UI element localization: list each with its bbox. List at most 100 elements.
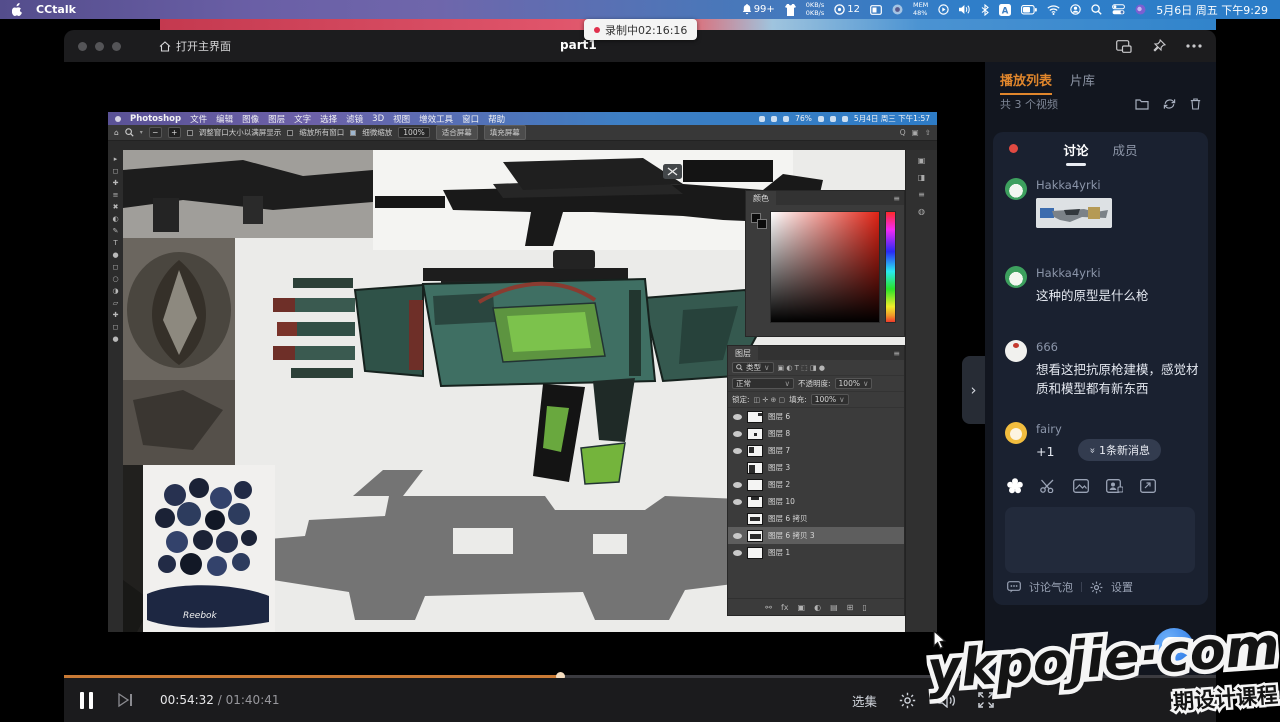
tab-members[interactable]: 成员: [1113, 140, 1138, 159]
episodes-button[interactable]: 选集: [852, 691, 877, 710]
eye-icon[interactable]: [733, 499, 742, 505]
layer-row[interactable]: 图层 6 拷贝: [728, 510, 904, 527]
message-image-attachment[interactable]: [1036, 198, 1112, 228]
battery-icon[interactable]: [1021, 5, 1037, 15]
share-box-icon[interactable]: [1140, 479, 1156, 493]
layer-row[interactable]: 图层 6: [728, 408, 904, 425]
new-message-pill[interactable]: » 1条新消息: [1078, 439, 1161, 461]
dock-icon[interactable]: ▣: [918, 156, 926, 165]
panel-menu-icon[interactable]: ≡: [893, 194, 900, 203]
tool-icon[interactable]: ●: [112, 335, 118, 343]
bubble-toggle[interactable]: 讨论气泡: [1029, 579, 1073, 595]
tool-icon[interactable]: ▱: [113, 299, 118, 307]
control-center-icon[interactable]: [1112, 4, 1125, 15]
pause-button[interactable]: [80, 692, 93, 709]
window-manager-icon[interactable]: [870, 5, 882, 15]
spotlight-search-icon[interactable]: [1091, 4, 1102, 15]
background-swatch[interactable]: [757, 219, 767, 229]
refresh-icon[interactable]: [1163, 98, 1176, 110]
avatar[interactable]: [1005, 340, 1027, 362]
layers-panel-tab[interactable]: 图层: [728, 346, 758, 360]
menubar-app-name[interactable]: CCtalk: [36, 3, 76, 16]
tool-icon[interactable]: ✖: [113, 203, 119, 211]
memory-monitor[interactable]: MEM48%: [913, 2, 928, 17]
open-main-ui-button[interactable]: 打开主界面: [159, 38, 231, 54]
tool-icon[interactable]: ≡: [113, 191, 119, 199]
eye-icon[interactable]: [733, 482, 742, 488]
tool-icon[interactable]: ◐: [112, 215, 118, 223]
layer-row-selected[interactable]: 图层 6 拷贝 3: [728, 527, 904, 544]
eye-icon[interactable]: [733, 448, 742, 454]
settings-gear-icon[interactable]: [899, 692, 916, 709]
app-shirt-icon[interactable]: [785, 4, 796, 16]
tool-icon[interactable]: ●: [112, 251, 118, 259]
pin-icon[interactable]: [1152, 39, 1166, 53]
fg-bg-swatches[interactable]: [751, 213, 767, 229]
tool-icon[interactable]: ▸: [114, 155, 118, 163]
input-source-icon[interactable]: A: [999, 4, 1011, 16]
traffic-light-zoom[interactable]: [112, 42, 121, 51]
tab-discussion[interactable]: 讨论: [1063, 140, 1088, 159]
opacity-select[interactable]: 100%∨: [835, 378, 873, 389]
member-card-icon[interactable]: [1106, 479, 1123, 493]
color-saturation-square[interactable]: [770, 211, 880, 323]
image-upload-icon[interactable]: [1073, 479, 1089, 493]
filter-kind-icons[interactable]: ▣ ◐ T ⬚ ◨ ●: [778, 364, 825, 372]
tool-icon[interactable]: ✚: [113, 311, 119, 319]
tool-icon[interactable]: ◻: [113, 167, 119, 175]
fill-select[interactable]: 100%∨: [811, 394, 849, 405]
tab-playlist[interactable]: 播放列表: [1000, 70, 1052, 95]
tool-icon[interactable]: ✎: [113, 227, 119, 235]
siri-icon[interactable]: [1135, 4, 1146, 15]
avatar[interactable]: [1005, 422, 1027, 444]
pip-icon[interactable]: [1116, 40, 1132, 53]
avatar[interactable]: [1005, 178, 1027, 200]
layer-row[interactable]: 图层 1: [728, 544, 904, 561]
layer-row[interactable]: 图层 7: [728, 442, 904, 459]
play-circle-icon[interactable]: [938, 4, 949, 15]
delete-layer-icon[interactable]: ▯: [862, 603, 866, 612]
trash-icon[interactable]: [1190, 98, 1201, 110]
lock-icons[interactable]: ◫ ✛ ⊕ ▢: [754, 396, 786, 404]
color-panel-tab[interactable]: 颜色: [746, 191, 776, 205]
apple-icon[interactable]: [12, 3, 23, 16]
tool-icon[interactable]: ✚: [113, 179, 119, 187]
folder-icon[interactable]: [1135, 98, 1149, 110]
more-menu-icon[interactable]: [1186, 44, 1202, 48]
link-layers-icon[interactable]: ⚯: [765, 603, 772, 612]
emoji-icon[interactable]: [1007, 478, 1023, 494]
layer-filter-select[interactable]: 类型∨: [732, 362, 774, 373]
network-speed[interactable]: 0KB/s0KB/s: [806, 2, 824, 17]
layer-style-icon[interactable]: fx: [781, 603, 789, 612]
cpu-monitor-icon[interactable]: 12: [834, 4, 860, 15]
next-episode-button[interactable]: [117, 692, 134, 708]
tool-icon[interactable]: ◻: [113, 323, 119, 331]
notification-bell-icon[interactable]: 99+: [742, 4, 775, 15]
tool-icon[interactable]: ◻: [113, 263, 119, 271]
creative-cloud-icon[interactable]: [892, 4, 903, 15]
eye-icon[interactable]: [733, 431, 742, 437]
layer-mask-icon[interactable]: ▣: [798, 603, 806, 612]
wifi-icon[interactable]: [1047, 5, 1060, 15]
adjustment-layer-icon[interactable]: ◐: [814, 603, 821, 612]
panel-menu-icon[interactable]: ≡: [893, 349, 900, 358]
blend-mode-select[interactable]: 正常∨: [732, 378, 794, 389]
color-hue-slider[interactable]: [885, 211, 896, 323]
screenshot-scissors-icon[interactable]: [1040, 479, 1056, 493]
traffic-light-close[interactable]: [78, 42, 87, 51]
eye-icon[interactable]: [733, 414, 742, 420]
layer-row[interactable]: 图层 2: [728, 476, 904, 493]
chat-input[interactable]: [1005, 507, 1195, 573]
layer-row[interactable]: 图层 8: [728, 425, 904, 442]
tab-library[interactable]: 片库: [1070, 70, 1095, 95]
eye-icon[interactable]: [733, 533, 742, 539]
bluetooth-icon[interactable]: [981, 4, 989, 16]
layer-row[interactable]: 图层 3: [728, 459, 904, 476]
tool-icon[interactable]: ○: [112, 275, 118, 283]
layer-row[interactable]: 图层 10: [728, 493, 904, 510]
eye-icon[interactable]: [733, 550, 742, 556]
traffic-light-minimize[interactable]: [95, 42, 104, 51]
menubar-clock[interactable]: 5月6日 周五 下午9:29: [1156, 2, 1268, 18]
layer-group-icon[interactable]: ▤: [830, 603, 838, 612]
tool-icon[interactable]: T: [113, 239, 117, 247]
